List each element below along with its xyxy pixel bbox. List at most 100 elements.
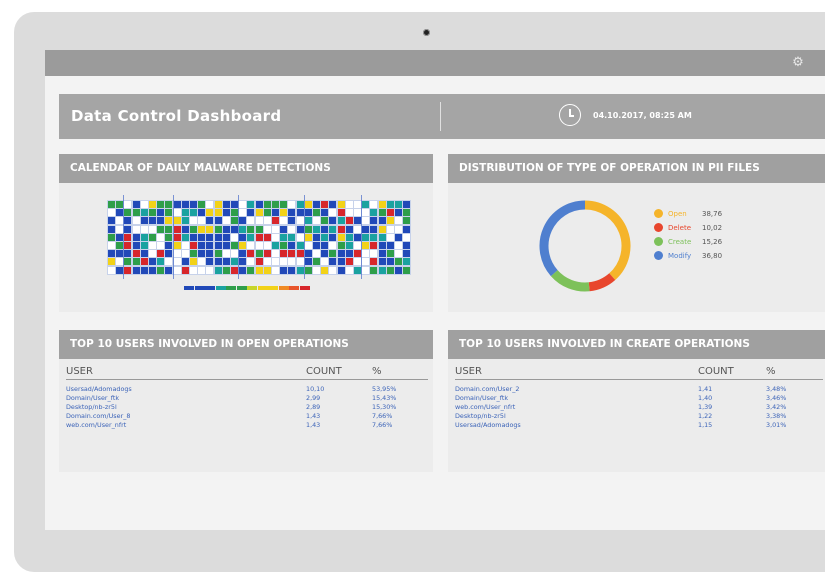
- calendar-day-cell[interactable]: [320, 224, 330, 234]
- calendar-day-cell[interactable]: [213, 241, 223, 250]
- calendar-day-cell[interactable]: [279, 200, 289, 209]
- column-header-count[interactable]: COUNT: [698, 363, 766, 380]
- calendar-day-cell[interactable]: [336, 265, 346, 275]
- calendar-day-cell[interactable]: [246, 249, 256, 259]
- calendar-day-cell[interactable]: [377, 265, 387, 275]
- calendar-day-cell[interactable]: [303, 224, 313, 234]
- calendar-day-cell[interactable]: [377, 241, 387, 250]
- calendar-day-cell[interactable]: [238, 241, 248, 250]
- calendar-day-cell[interactable]: [180, 257, 190, 267]
- calendar-day-cell[interactable]: [353, 232, 362, 242]
- calendar-day-cell[interactable]: [287, 257, 297, 267]
- calendar-day-cell[interactable]: [164, 249, 174, 259]
- calendar-day-cell[interactable]: [287, 224, 297, 234]
- calendar-day-cell[interactable]: [328, 257, 338, 267]
- calendar-day-cell[interactable]: [271, 241, 280, 250]
- calendar-day-cell[interactable]: [312, 249, 321, 259]
- calendar-day-cell[interactable]: [139, 265, 149, 275]
- calendar-day-cell[interactable]: [328, 241, 338, 250]
- calendar-day-cell[interactable]: [213, 265, 223, 275]
- calendar-day-cell[interactable]: [246, 232, 256, 242]
- calendar-day-cell[interactable]: [369, 265, 379, 275]
- calendar-day-cell[interactable]: [230, 224, 239, 234]
- calendar-day-cell[interactable]: [221, 241, 231, 250]
- table-row[interactable]: Usersad/Adomadogs 1,15 3,01%: [455, 421, 823, 430]
- calendar-day-cell[interactable]: [279, 249, 289, 259]
- calendar-day-cell[interactable]: [123, 241, 133, 250]
- calendar-day-cell[interactable]: [221, 224, 231, 234]
- calendar-day-cell[interactable]: [303, 200, 313, 209]
- column-header-user[interactable]: USER: [455, 363, 698, 380]
- calendar-day-cell[interactable]: [221, 257, 231, 267]
- calendar-day-cell[interactable]: [123, 257, 133, 267]
- calendar-day-cell[interactable]: [164, 200, 174, 209]
- calendar-day-cell[interactable]: [221, 208, 231, 218]
- calendar-day-cell[interactable]: [262, 265, 272, 275]
- calendar-day-cell[interactable]: [197, 216, 207, 226]
- calendar-day-cell[interactable]: [369, 208, 379, 218]
- calendar-day-cell[interactable]: [303, 232, 313, 242]
- calendar-day-cell[interactable]: [320, 200, 330, 209]
- calendar-day-cell[interactable]: [148, 241, 157, 250]
- calendar-day-cell[interactable]: [213, 249, 223, 259]
- calendar-day-cell[interactable]: [402, 241, 412, 250]
- calendar-day-cell[interactable]: [123, 232, 133, 242]
- calendar-day-cell[interactable]: [139, 249, 149, 259]
- calendar-day-cell[interactable]: [254, 241, 264, 250]
- calendar-day-cell[interactable]: [131, 257, 141, 267]
- calendar-day-cell[interactable]: [377, 208, 387, 218]
- calendar-day-cell[interactable]: [238, 224, 248, 234]
- calendar-day-cell[interactable]: [385, 241, 395, 250]
- calendar-day-cell[interactable]: [303, 257, 313, 267]
- calendar-day-cell[interactable]: [402, 216, 412, 226]
- calendar-day-cell[interactable]: [180, 249, 190, 259]
- calendar-day-cell[interactable]: [139, 216, 149, 226]
- calendar-day-cell[interactable]: [353, 224, 362, 234]
- calendar-day-cell[interactable]: [279, 241, 289, 250]
- calendar-day-cell[interactable]: [115, 232, 125, 242]
- calendar-day-cell[interactable]: [213, 232, 223, 242]
- calendar-day-cell[interactable]: [394, 208, 403, 218]
- calendar-day-cell[interactable]: [205, 208, 215, 218]
- calendar-day-cell[interactable]: [172, 249, 182, 259]
- calendar-day-cell[interactable]: [148, 249, 157, 259]
- calendar-day-cell[interactable]: [115, 241, 125, 250]
- calendar-day-cell[interactable]: [320, 257, 330, 267]
- calendar-day-cell[interactable]: [295, 265, 305, 275]
- calendar-day-cell[interactable]: [172, 200, 182, 209]
- calendar-day-cell[interactable]: [303, 208, 313, 218]
- calendar-day-cell[interactable]: [139, 200, 149, 209]
- calendar-day-cell[interactable]: [230, 249, 239, 259]
- calendar-day-cell[interactable]: [131, 200, 141, 209]
- calendar-day-cell[interactable]: [295, 241, 305, 250]
- calendar-day-cell[interactable]: [402, 232, 412, 242]
- calendar-day-cell[interactable]: [279, 224, 289, 234]
- calendar-day-cell[interactable]: [164, 241, 174, 250]
- calendar-day-cell[interactable]: [238, 249, 248, 259]
- calendar-day-cell[interactable]: [189, 200, 198, 209]
- calendar-day-cell[interactable]: [197, 224, 207, 234]
- calendar-day-cell[interactable]: [115, 216, 125, 226]
- calendar-day-cell[interactable]: [295, 249, 305, 259]
- calendar-day-cell[interactable]: [254, 232, 264, 242]
- calendar-day-cell[interactable]: [320, 241, 330, 250]
- calendar-day-cell[interactable]: [295, 232, 305, 242]
- calendar-day-cell[interactable]: [385, 216, 395, 226]
- calendar-day-cell[interactable]: [271, 200, 280, 209]
- calendar-day-cell[interactable]: [189, 241, 198, 250]
- calendar-day-cell[interactable]: [148, 232, 157, 242]
- calendar-day-cell[interactable]: [205, 241, 215, 250]
- column-header-user[interactable]: USER: [66, 363, 306, 380]
- calendar-day-cell[interactable]: [123, 224, 133, 234]
- calendar-day-cell[interactable]: [394, 257, 403, 267]
- calendar-day-cell[interactable]: [238, 265, 248, 275]
- calendar-day-cell[interactable]: [230, 216, 239, 226]
- calendar-day-cell[interactable]: [131, 265, 141, 275]
- calendar-day-cell[interactable]: [246, 200, 256, 209]
- calendar-day-cell[interactable]: [369, 200, 379, 209]
- calendar-day-cell[interactable]: [385, 224, 395, 234]
- calendar-day-cell[interactable]: [139, 257, 149, 267]
- calendar-day-cell[interactable]: [385, 265, 395, 275]
- calendar-day-cell[interactable]: [320, 265, 330, 275]
- calendar-day-cell[interactable]: [172, 241, 182, 250]
